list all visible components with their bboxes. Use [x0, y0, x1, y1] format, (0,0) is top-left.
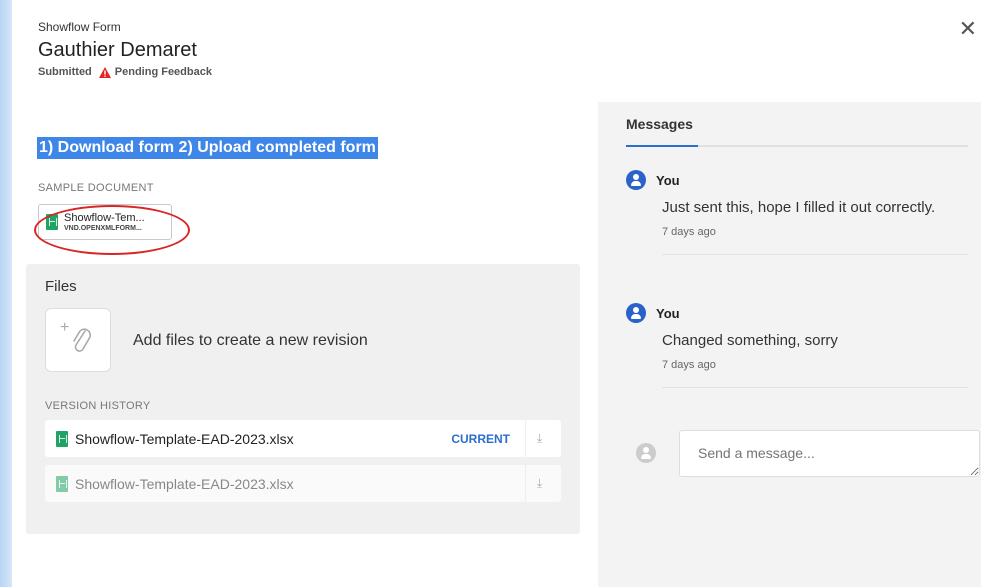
- warning-icon: [98, 66, 111, 78]
- form-details-panel: 1) Download form 2) Upload completed for…: [12, 102, 598, 587]
- spreadsheet-icon: [56, 430, 68, 447]
- plus-icon: +: [60, 319, 70, 336]
- files-title: Files: [45, 278, 77, 295]
- avatar: [626, 170, 646, 190]
- message-item: You Just sent this, hope I filled it out…: [626, 170, 968, 255]
- status-pending-feedback: Pending Feedback: [114, 66, 212, 78]
- download-icon[interactable]: ⤓: [525, 420, 553, 457]
- files-section: Files + Add files to create a new revisi…: [26, 264, 580, 534]
- close-icon[interactable]: ✕: [959, 16, 977, 42]
- tab-messages[interactable]: Messages: [626, 116, 693, 132]
- message-divider: [662, 254, 968, 255]
- message-text: Changed something, sorry: [662, 332, 838, 349]
- form-type-label: Showflow Form: [38, 20, 121, 34]
- message-text: Just sent this, hope I filled it out cor…: [662, 199, 936, 216]
- sample-document-label: SAMPLE DOCUMENT: [38, 182, 154, 194]
- modal-header: Showflow Form Gauthier Demaret Submitted…: [38, 20, 212, 78]
- add-files-button[interactable]: +: [45, 308, 111, 372]
- tab-active-indicator: [626, 145, 698, 147]
- tab-underline: [626, 145, 968, 147]
- message-author: You: [626, 303, 968, 323]
- message-divider: [662, 387, 968, 388]
- status-submitted: Submitted: [38, 66, 92, 78]
- spreadsheet-icon: [56, 475, 68, 492]
- author-name: You: [656, 172, 680, 188]
- status-line: Submitted Pending Feedback: [38, 66, 212, 78]
- message-timestamp: 7 days ago: [662, 226, 716, 238]
- message-timestamp: 7 days ago: [662, 359, 716, 371]
- messages-panel: Messages You Just sent this, hope I fill…: [598, 102, 981, 587]
- message-author: You: [626, 170, 968, 190]
- add-files-text[interactable]: Add files to create a new revision: [133, 332, 368, 350]
- annotation-circle: [34, 205, 190, 255]
- version-file-name[interactable]: Showflow-Template-EAD-2023.xlsx: [75, 431, 294, 447]
- showflow-form-modal: Showflow Form Gauthier Demaret Submitted…: [12, 0, 981, 587]
- version-row-previous[interactable]: Showflow-Template-EAD-2023.xlsx ⤓: [45, 465, 561, 502]
- paperclip-icon: [73, 328, 92, 352]
- page-title: Gauthier Demaret: [38, 39, 197, 61]
- avatar: [636, 443, 656, 463]
- avatar: [626, 303, 646, 323]
- version-history-label: VERSION HISTORY: [45, 400, 151, 412]
- download-icon[interactable]: ⤓: [525, 465, 553, 502]
- version-row-current[interactable]: Showflow-Template-EAD-2023.xlsx CURRENT …: [45, 420, 561, 457]
- author-name: You: [656, 305, 680, 321]
- current-badge: CURRENT: [451, 431, 510, 446]
- instruction-text: 1) Download form 2) Upload completed for…: [37, 137, 378, 159]
- message-item: You Changed something, sorry 7 days ago: [626, 303, 968, 388]
- version-file-name[interactable]: Showflow-Template-EAD-2023.xlsx: [75, 476, 294, 492]
- message-input[interactable]: [679, 430, 980, 477]
